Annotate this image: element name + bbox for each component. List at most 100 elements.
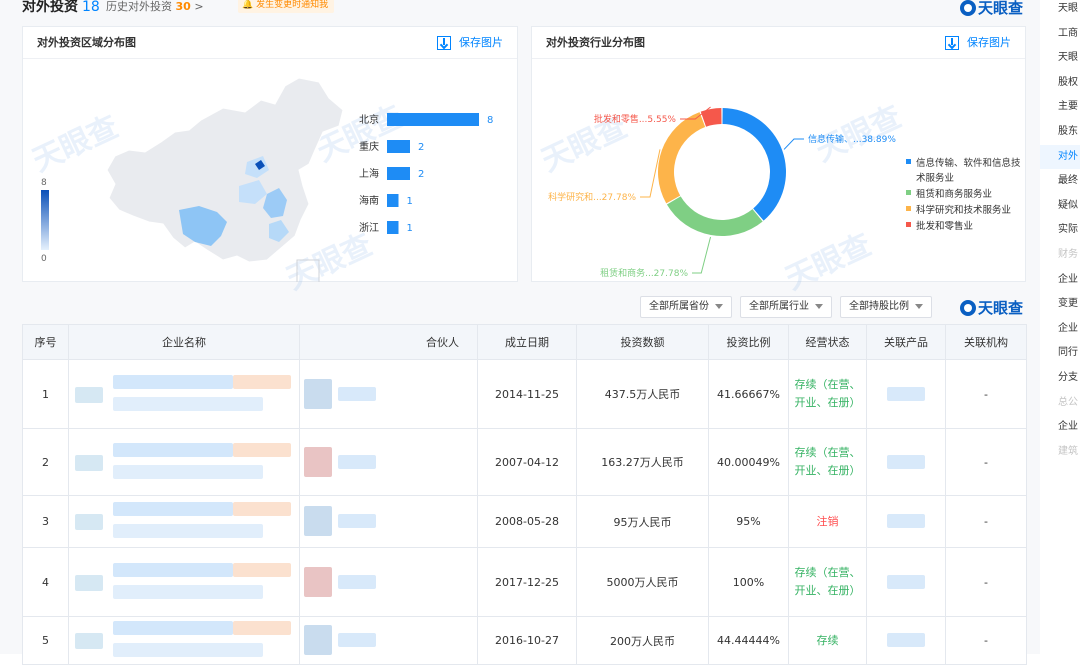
col-header-org: 关联机构: [945, 324, 1027, 360]
legend-entry[interactable]: 租赁和商务服务业: [916, 188, 992, 200]
bar[interactable]: [387, 113, 479, 126]
main-panel: 对外投资 18 历史对外投资 30 > 🔔 发生变更时通知我 天眼查 对外投资区域…: [0, 0, 1040, 665]
table-row[interactable]: 5 2016-10-27 200万人民币 44.44444% 存续 -: [22, 616, 1027, 665]
bar[interactable]: [387, 221, 399, 234]
redacted-text: [887, 633, 925, 647]
investment-amount: 437.5万人民币: [576, 359, 709, 429]
col-header-ratio[interactable]: 投资比例: [708, 324, 789, 360]
save-image-button[interactable]: 保存图片: [437, 27, 503, 59]
company-name-cell[interactable]: [68, 495, 300, 548]
sidebar-item[interactable]: 总公: [1040, 391, 1080, 416]
investment-ratio: 95%: [708, 495, 789, 548]
industry-filter-dropdown[interactable]: 全部所属行业: [740, 296, 832, 318]
redacted-text: [338, 386, 376, 401]
sidebar-item[interactable]: 企业: [1040, 317, 1080, 342]
notify-change-button[interactable]: 🔔 发生变更时通知我: [238, 0, 335, 13]
partner-cell[interactable]: [299, 616, 478, 665]
col-header-company[interactable]: 企业名称: [68, 324, 300, 360]
sidebar-item[interactable]: 财务: [1040, 243, 1080, 268]
company-name-cell[interactable]: [68, 359, 300, 429]
slice-label: 信息传输、...38.89%: [808, 133, 896, 145]
sidebar-item[interactable]: 对外: [1040, 144, 1080, 170]
logo-text: 天眼查: [978, 0, 1024, 17]
history-count: 30: [175, 0, 191, 13]
business-status: 存续（在营、开业、在册）: [788, 547, 867, 617]
logo-text: 天眼查: [978, 299, 1024, 317]
province-filter-dropdown[interactable]: 全部所属省份: [640, 296, 732, 318]
donut-slice[interactable]: [666, 196, 763, 236]
investment-amount: 5000万人民币: [576, 547, 709, 617]
related-product-cell[interactable]: [866, 616, 946, 665]
legend-entry[interactable]: 批发和零售业: [916, 220, 973, 232]
sidebar-item[interactable]: 变更: [1040, 292, 1080, 317]
save-image-button[interactable]: 保存图片: [945, 27, 1011, 59]
company-name-cell[interactable]: [68, 616, 300, 665]
sidebar-item[interactable]: 工商: [1040, 22, 1080, 47]
sidebar-item[interactable]: 实际: [1040, 218, 1080, 243]
sidebar-item[interactable]: 企业: [1040, 268, 1080, 293]
company-name-cell[interactable]: [68, 428, 300, 496]
redacted-text: [113, 374, 233, 389]
table-header-row: 序号 企业名称 合伙人 成立日期 投资数额 投资比例 经营状态 关联产品 关联机…: [22, 324, 1027, 360]
related-product-cell[interactable]: [866, 495, 946, 548]
donut-slice[interactable]: [722, 108, 786, 221]
business-status: 存续: [788, 616, 867, 665]
history-investment-link[interactable]: 历史对外投资 30 >: [106, 0, 204, 14]
right-sidebar: 天眼 工商 天眼 股权 主要 股东 对外 最终 疑似 实际 财务 企业 变更 企业 同行 分支 总公 企业 建筑: [1040, 0, 1080, 654]
sidebar-item[interactable]: 分支: [1040, 366, 1080, 391]
region-bar-chart: 北京 8 重庆 2 上海 2 海南 1 浙江 1: [359, 113, 493, 234]
partner-cell[interactable]: [299, 359, 478, 429]
bar[interactable]: [387, 140, 410, 153]
sidebar-item[interactable]: 最终: [1040, 169, 1080, 194]
bar-category-label: 重庆: [359, 140, 379, 153]
table-row[interactable]: 4 2017-12-25 5000万人民币 100% 存续（在营、开业、在册） -: [22, 547, 1027, 617]
redacted-text: [233, 374, 291, 389]
established-date: 2016-10-27: [477, 616, 577, 665]
table-row[interactable]: 2 2007-04-12 163.27万人民币 40.00049% 存续（在营、开业、在…: [22, 428, 1027, 496]
bar-value-label: 8: [487, 115, 493, 126]
sidebar-item[interactable]: 企业: [1040, 415, 1080, 440]
sidebar-item[interactable]: 建筑: [1040, 440, 1080, 465]
investment-table: 序号 企业名称 合伙人 成立日期 投资数额 投资比例 经营状态 关联产品 关联机…: [22, 324, 1027, 665]
sidebar-item[interactable]: 股权: [1040, 71, 1080, 96]
company-name-cell[interactable]: [68, 547, 300, 617]
related-product-cell[interactable]: [866, 359, 946, 429]
redacted-text: [338, 514, 376, 528]
table-row[interactable]: 1 2014-11-25 437.5万人民币 41.66667% 存续（在营、开业、在册…: [22, 359, 1027, 429]
partner-cell[interactable]: [299, 547, 478, 617]
province-filter-label: 全部所属省份: [649, 301, 709, 312]
related-org: -: [945, 495, 1027, 548]
redacted-text: [233, 621, 291, 635]
col-header-amount[interactable]: 投资数额: [576, 324, 709, 360]
bar[interactable]: [387, 167, 410, 180]
bar-value-label: 1: [407, 223, 413, 234]
bar[interactable]: [387, 194, 399, 207]
company-logo: [75, 386, 103, 403]
row-index: 3: [22, 495, 69, 548]
ratio-filter-dropdown[interactable]: 全部持股比例: [840, 296, 932, 318]
sidebar-item[interactable]: 天眼: [1040, 0, 1080, 22]
donut-slice[interactable]: [658, 112, 706, 204]
sidebar-item[interactable]: 同行: [1040, 341, 1080, 366]
col-header-date[interactable]: 成立日期: [477, 324, 577, 360]
related-product-cell[interactable]: [866, 547, 946, 617]
business-status: 存续（在营、开业、在册）: [788, 359, 867, 429]
redacted-text: [113, 502, 233, 516]
redacted-text: [233, 442, 291, 457]
sidebar-item[interactable]: 股东: [1040, 120, 1080, 145]
partner-cell[interactable]: [299, 495, 478, 548]
table-row[interactable]: 3 2008-05-28 95万人民币 95% 注销 -: [22, 495, 1027, 548]
legend-entry[interactable]: 信息传输、软件和信息技: [916, 157, 1021, 169]
related-product-cell[interactable]: [866, 428, 946, 496]
china-map-outline: [106, 77, 344, 263]
sidebar-item[interactable]: 主要: [1040, 95, 1080, 120]
legend-entry[interactable]: 科学研究和技术服务业: [916, 204, 1011, 216]
legend-entry[interactable]: 术服务业: [916, 172, 954, 184]
col-header-partner: 合伙人: [299, 324, 478, 360]
partner-cell[interactable]: [299, 428, 478, 496]
redacted-text: [233, 502, 291, 516]
company-logo: [75, 574, 103, 591]
sidebar-item[interactable]: 天眼: [1040, 46, 1080, 71]
redacted-text: [887, 386, 925, 401]
sidebar-item[interactable]: 疑似: [1040, 194, 1080, 219]
